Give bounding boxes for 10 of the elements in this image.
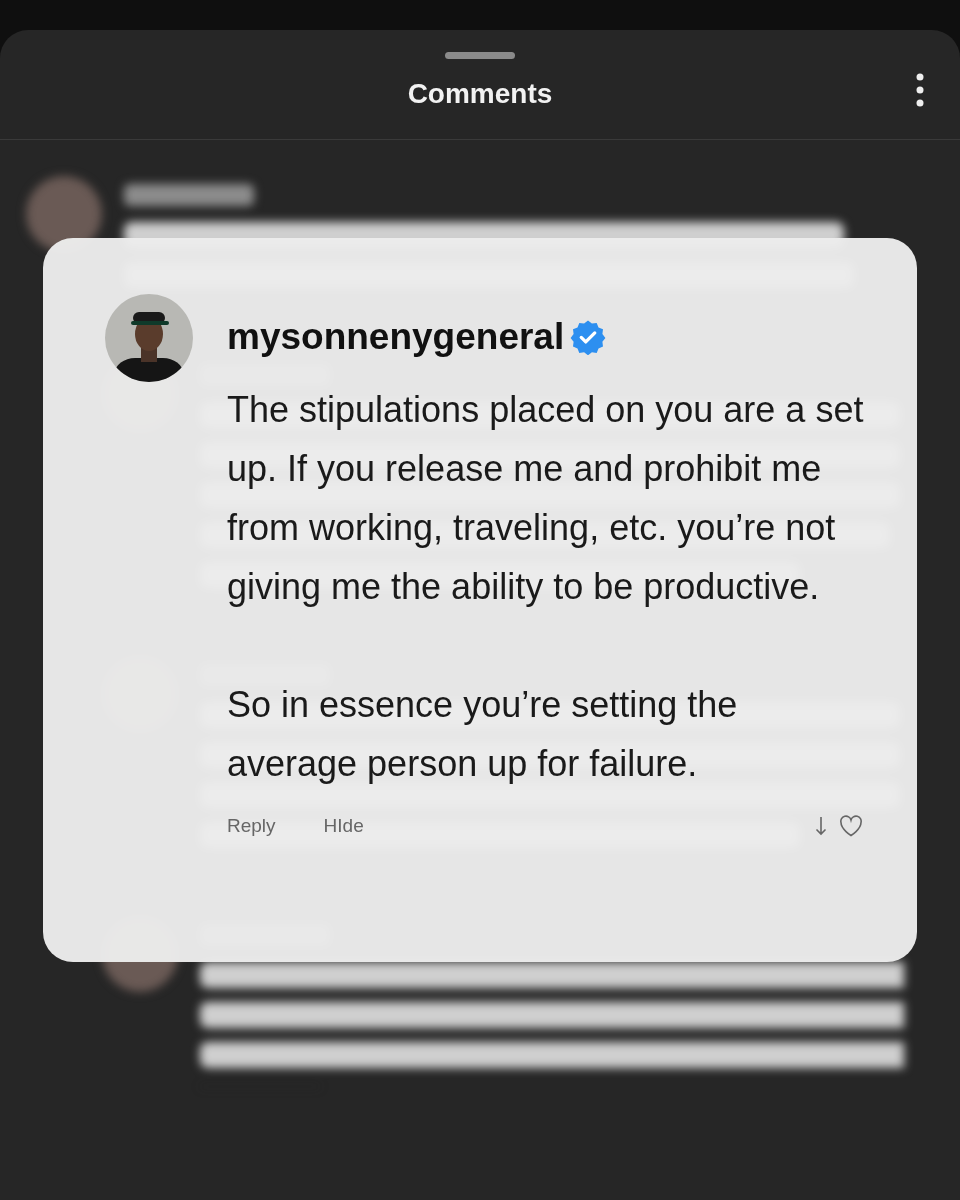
- username[interactable]: mysonnenygeneral: [227, 316, 565, 358]
- comment-action-link[interactable]: Reply: [227, 815, 276, 837]
- comment-text: The stipulations placed on you are a set up. If you release me and prohibit me from working, traveling, etc. you’re not giving me the ability to be productive.: [227, 388, 865, 609]
- down-arrow-icon[interactable]: [815, 816, 827, 836]
- comment-text: So in essence you’re setting the average person up for failure.: [227, 683, 739, 786]
- sheet-title: Comments: [407, 78, 553, 110]
- heart-icon[interactable]: [839, 815, 863, 837]
- comment-action-link[interactable]: HIde: [323, 815, 364, 837]
- drag-handle[interactable]: [445, 52, 515, 59]
- more-options-icon[interactable]: [916, 73, 924, 107]
